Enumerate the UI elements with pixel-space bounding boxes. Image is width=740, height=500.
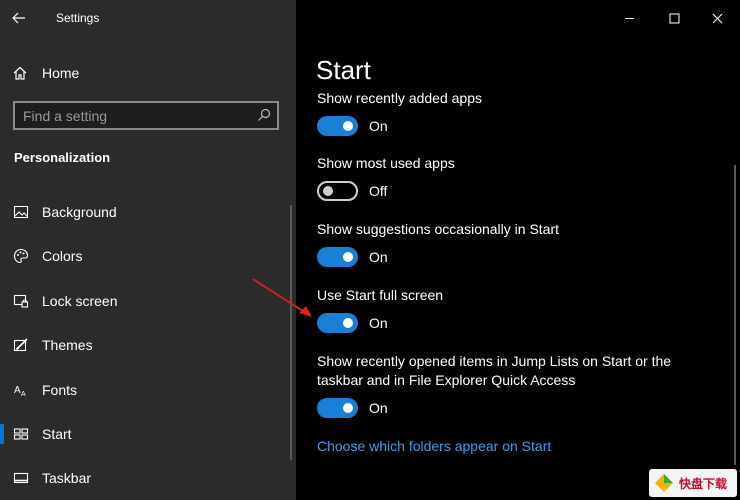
setting-label-recently-added: Show recently added apps [317, 90, 482, 106]
sidebar-item-label: Taskbar [42, 470, 92, 486]
sidebar-item-start[interactable]: Start [0, 417, 290, 451]
minimize-icon [624, 17, 634, 19]
sidebar-item-label: Themes [42, 337, 93, 353]
close-icon [712, 13, 722, 23]
lock-screen-icon [12, 293, 30, 309]
toggle-recently-added[interactable] [317, 116, 358, 136]
main-scrollbar[interactable] [734, 165, 736, 465]
watermark: 快盘下载 [649, 469, 737, 497]
section-title: Personalization [14, 150, 111, 165]
toggle-knob [343, 318, 353, 328]
back-button[interactable] [10, 8, 32, 28]
setting-label-jump-lists-line1: Show recently opened items in Jump Lists… [317, 353, 672, 369]
app-title: Settings [56, 11, 100, 25]
minimize-button[interactable] [614, 8, 644, 28]
home-label: Home [42, 65, 80, 81]
toggle-state-text: On [369, 315, 388, 331]
fonts-icon: AA [12, 382, 30, 398]
annotation-arrow-icon [252, 278, 312, 317]
sidebar-item-fonts[interactable]: AA Fonts [0, 373, 290, 407]
sidebar-item-colors[interactable]: Colors [0, 239, 290, 273]
sidebar-item-label: Lock screen [42, 293, 118, 309]
sidebar-item-label: Fonts [42, 382, 78, 398]
back-arrow-icon [12, 12, 25, 24]
setting-label-jump-lists-line2: taskbar and in File Explorer Quick Acces… [317, 372, 576, 388]
toggle-state-text: On [369, 118, 388, 134]
sidebar-item-lock-screen[interactable]: Lock screen [0, 284, 290, 318]
setting-label-most-used: Show most used apps [317, 155, 455, 171]
sidebar-scrollbar[interactable] [290, 205, 292, 460]
setting-label-suggestions: Show suggestions occasionally in Start [317, 221, 560, 237]
toggle-knob [343, 252, 353, 262]
taskbar-icon [12, 470, 30, 486]
toggle-jump-lists[interactable] [317, 398, 358, 418]
toggle-suggestions[interactable] [317, 247, 358, 267]
themes-icon [12, 337, 30, 353]
toggle-full-screen[interactable] [317, 313, 358, 333]
toggle-most-used[interactable] [317, 181, 358, 201]
start-icon [12, 426, 30, 442]
svg-text:A: A [14, 385, 21, 396]
toggle-state-text: On [369, 249, 388, 265]
page-title: Start [316, 55, 371, 85]
maximize-icon [669, 13, 679, 23]
search-icon[interactable] [257, 108, 271, 122]
watermark-logo-icon [655, 474, 673, 492]
svg-text:A: A [21, 391, 26, 398]
toggle-knob [343, 403, 353, 413]
sidebar: Settings Home Personalization Background… [0, 0, 296, 500]
maximize-button[interactable] [659, 8, 689, 28]
search-box[interactable] [13, 101, 279, 130]
toggle-state-text: Off [369, 183, 388, 199]
sidebar-item-label: Background [42, 204, 117, 220]
sidebar-item-label: Start [42, 426, 72, 442]
home-icon [13, 66, 27, 80]
setting-label-full-screen: Use Start full screen [317, 287, 444, 303]
sidebar-item-taskbar[interactable]: Taskbar [0, 461, 290, 495]
sidebar-item-label: Colors [42, 248, 83, 264]
choose-folders-link[interactable]: Choose which folders appear on Start [317, 438, 551, 454]
search-input[interactable] [23, 107, 248, 125]
toggle-state-text: On [369, 400, 388, 416]
close-button[interactable] [702, 8, 732, 28]
main-panel: Start Show recently added apps On Show m… [296, 0, 740, 500]
sidebar-item-background[interactable]: Background [0, 195, 290, 229]
palette-icon [12, 248, 30, 264]
toggle-knob [343, 121, 353, 131]
home-nav-item[interactable]: Home [12, 60, 282, 86]
sidebar-item-themes[interactable]: Themes [0, 328, 290, 362]
toggle-knob [323, 186, 333, 196]
watermark-text: 快盘下载 [679, 476, 728, 491]
picture-icon [12, 204, 30, 220]
